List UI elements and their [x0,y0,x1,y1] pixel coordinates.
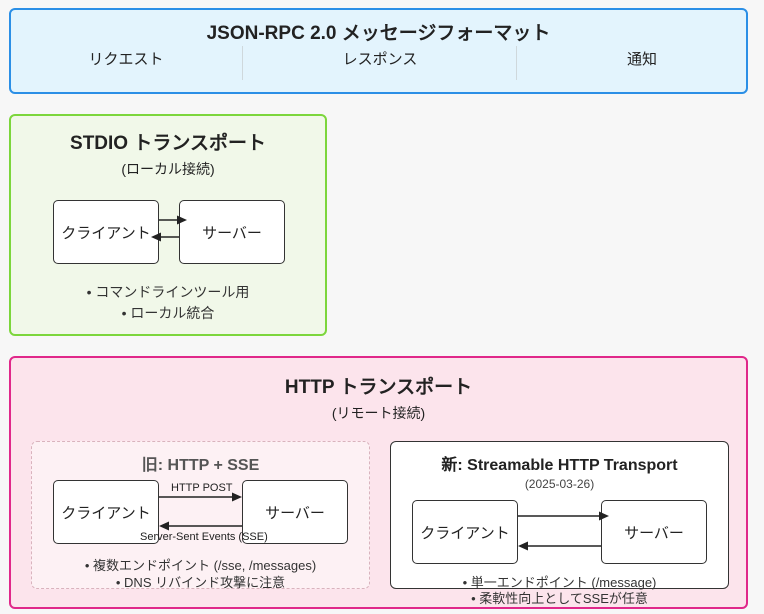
new-arrows [518,511,609,551]
jsonrpc-panel: JSON-RPC 2.0 メッセージフォーマット リクエスト レスポンス 通知 [9,8,748,94]
arrowhead-icon [151,232,161,242]
stdio-bullet-1: • コマンドラインツール用 [86,284,250,300]
http-subtitle: (リモート接続) [331,405,426,421]
arrowhead-icon [159,521,169,531]
new-transport-panel: 新: Streamable HTTP Transport (2025-03-26… [390,441,729,590]
arrowhead-icon [599,511,609,521]
col-request: リクエスト [88,51,164,68]
http-title: HTTP トランスポート [284,377,473,398]
new-bullet-2: • 柔軟性向上としてSSEが任意 [471,591,648,606]
jsonrpc-title: JSON-RPC 2.0 メッセージフォーマット [206,23,551,44]
col-response: レスポンス [342,51,418,68]
old-bullet-2: • DNS リバインド攻撃に注意 [115,575,286,590]
col-notification: 通知 [626,51,657,68]
stdio-panel: STDIO トランスポート (ローカル接続) クライアント サーバー • コマン… [9,114,327,336]
arrowhead-icon [177,215,187,225]
arrowhead-icon [518,541,528,551]
arrowhead-icon [232,492,242,502]
http-panel: HTTP トランスポート (リモート接続) 旧: HTTP + SSE クライア… [9,356,748,609]
stdio-bullet-2: • ローカル統合 [121,305,215,321]
old-transport-panel: 旧: HTTP + SSE クライアント サーバー HTTP POST Serv… [31,441,370,590]
